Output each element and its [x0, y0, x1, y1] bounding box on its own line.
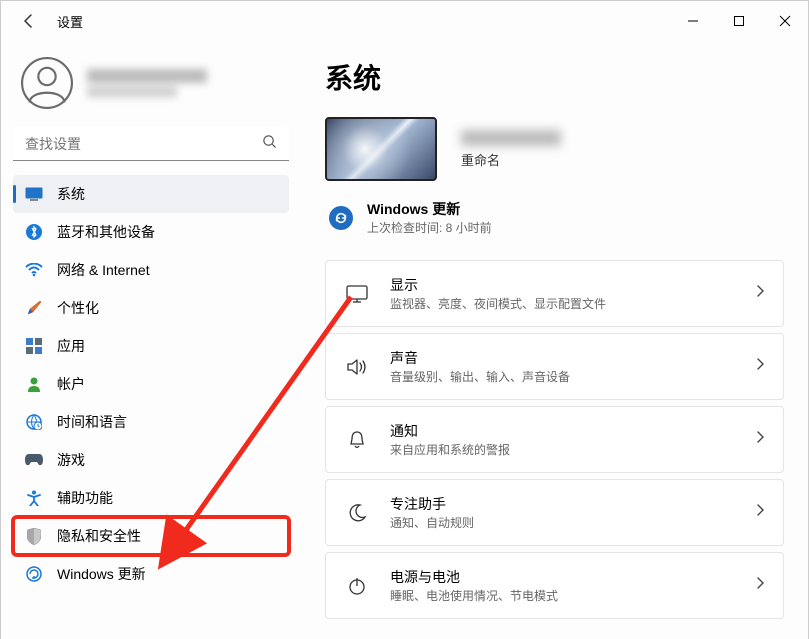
card-subtitle: 通知、自动规则 [390, 514, 755, 531]
card-text: 显示 监视器、亮度、夜间模式、显示配置文件 [390, 275, 755, 312]
update-title: Windows 更新 [367, 199, 492, 219]
update-text: Windows 更新 上次检查时间: 8 小时前 [367, 199, 492, 236]
accessibility-icon [25, 489, 43, 507]
display-icon [344, 285, 370, 303]
search-box[interactable] [13, 127, 289, 161]
sidebar: 系统 蓝牙和其他设备 网络 & Internet 个性化 应用 [1, 41, 301, 639]
card-title: 通知 [390, 421, 755, 441]
minimize-button[interactable] [670, 1, 716, 41]
card-display[interactable]: 显示 监视器、亮度、夜间模式、显示配置文件 [325, 260, 784, 327]
maximize-button[interactable] [716, 1, 762, 41]
titlebar-left: 设置 [19, 11, 83, 31]
system-icon [25, 185, 43, 203]
globe-clock-icon [25, 413, 43, 431]
sidebar-nav: 系统 蓝牙和其他设备 网络 & Internet 个性化 应用 [13, 175, 289, 593]
device-name-obscured [461, 130, 561, 146]
card-subtitle: 来自应用和系统的警报 [390, 441, 755, 458]
device-thumbnail[interactable] [325, 117, 437, 181]
sound-icon [344, 358, 370, 376]
sidebar-item-label: 蓝牙和其他设备 [57, 222, 155, 242]
rename-link[interactable]: 重命名 [461, 150, 561, 169]
profile-name-obscured [87, 69, 207, 83]
chevron-right-icon [755, 284, 765, 303]
device-hero: 重命名 [325, 117, 784, 181]
window-controls [670, 1, 808, 41]
apps-icon [25, 337, 43, 355]
update-sync-icon [329, 206, 353, 230]
card-focus-assist[interactable]: 专注助手 通知、自动规则 [325, 479, 784, 546]
windows-update-row[interactable]: Windows 更新 上次检查时间: 8 小时前 [325, 199, 784, 246]
page-title: 系统 [325, 57, 784, 97]
card-notifications[interactable]: 通知 来自应用和系统的警报 [325, 406, 784, 473]
settings-window: 设置 [0, 0, 809, 639]
card-text: 声音 音量级别、输出、输入、声音设备 [390, 348, 755, 385]
card-title: 电源与电池 [390, 567, 755, 587]
app-title: 设置 [57, 12, 83, 31]
sidebar-item-personalization[interactable]: 个性化 [13, 289, 289, 327]
sidebar-item-windows-update[interactable]: Windows 更新 [13, 555, 289, 593]
card-sound[interactable]: 声音 音量级别、输出、输入、声音设备 [325, 333, 784, 400]
moon-icon [344, 503, 370, 523]
shield-icon [25, 527, 43, 545]
card-title: 声音 [390, 348, 755, 368]
avatar-icon [21, 57, 73, 109]
sidebar-item-bluetooth[interactable]: 蓝牙和其他设备 [13, 213, 289, 251]
sidebar-item-label: 帐户 [57, 374, 85, 394]
gamepad-icon [25, 451, 43, 469]
bluetooth-icon [25, 223, 43, 241]
search-input[interactable] [25, 136, 262, 152]
sidebar-item-network[interactable]: 网络 & Internet [13, 251, 289, 289]
sidebar-item-label: 辅助功能 [57, 488, 113, 508]
chevron-right-icon [755, 503, 765, 522]
device-meta: 重命名 [461, 130, 561, 169]
chevron-right-icon [755, 430, 765, 449]
sidebar-item-label: 系统 [57, 184, 85, 204]
card-subtitle: 监视器、亮度、夜间模式、显示配置文件 [390, 295, 755, 312]
sidebar-item-label: 隐私和安全性 [57, 526, 141, 546]
search-icon [262, 134, 277, 154]
sidebar-item-system[interactable]: 系统 [13, 175, 289, 213]
user-icon [25, 375, 43, 393]
sidebar-item-label: 个性化 [57, 298, 99, 318]
back-button[interactable] [19, 11, 39, 31]
sidebar-item-label: 应用 [57, 336, 85, 356]
update-icon [25, 565, 43, 583]
card-text: 通知 来自应用和系统的警报 [390, 421, 755, 458]
profile-text [87, 69, 207, 97]
card-title: 显示 [390, 275, 755, 295]
sidebar-item-time-language[interactable]: 时间和语言 [13, 403, 289, 441]
brush-icon [25, 299, 43, 317]
sidebar-item-label: Windows 更新 [57, 564, 146, 584]
sidebar-item-apps[interactable]: 应用 [13, 327, 289, 365]
sidebar-item-privacy[interactable]: 隐私和安全性 [13, 517, 289, 555]
main-panel: 系统 重命名 Windows 更新 上次检查时间: 8 小时前 [301, 41, 808, 639]
sidebar-item-label: 网络 & Internet [57, 260, 150, 280]
chevron-right-icon [755, 576, 765, 595]
settings-cards: 显示 监视器、亮度、夜间模式、显示配置文件 声音 音量级别、输出、输入、声音设备 [325, 260, 784, 619]
card-text: 专注助手 通知、自动规则 [390, 494, 755, 531]
wifi-icon [25, 261, 43, 279]
card-title: 专注助手 [390, 494, 755, 514]
card-power-battery[interactable]: 电源与电池 睡眠、电池使用情况、节电模式 [325, 552, 784, 619]
close-button[interactable] [762, 1, 808, 41]
content-area: 系统 蓝牙和其他设备 网络 & Internet 个性化 应用 [1, 41, 808, 639]
sidebar-item-accessibility[interactable]: 辅助功能 [13, 479, 289, 517]
chevron-right-icon [755, 357, 765, 376]
power-icon [344, 576, 370, 596]
profile-email-obscured [87, 87, 177, 97]
update-subtitle: 上次检查时间: 8 小时前 [367, 219, 492, 236]
sidebar-item-accounts[interactable]: 帐户 [13, 365, 289, 403]
titlebar: 设置 [1, 1, 808, 41]
bell-icon [344, 430, 370, 450]
sidebar-item-label: 时间和语言 [57, 412, 127, 432]
sidebar-item-gaming[interactable]: 游戏 [13, 441, 289, 479]
card-subtitle: 音量级别、输出、输入、声音设备 [390, 368, 755, 385]
card-text: 电源与电池 睡眠、电池使用情况、节电模式 [390, 567, 755, 604]
card-subtitle: 睡眠、电池使用情况、节电模式 [390, 587, 755, 604]
user-profile[interactable] [13, 51, 289, 127]
sidebar-item-label: 游戏 [57, 450, 85, 470]
